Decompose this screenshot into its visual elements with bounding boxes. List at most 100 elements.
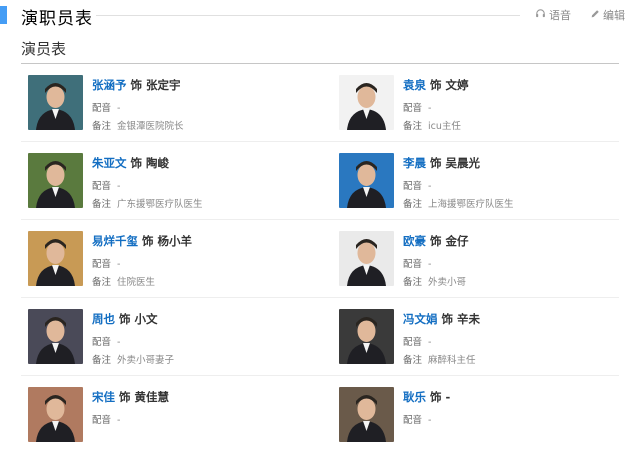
dub-label: 配音	[403, 337, 423, 348]
note-row: 备注 icu主任	[403, 118, 461, 132]
note-label: 备注	[92, 355, 112, 366]
edit-label: 编辑	[603, 9, 625, 22]
cast-name-line: 耿乐饰 -	[403, 389, 450, 405]
actor-photo[interactable]	[28, 231, 83, 286]
dub-row: 配音 -	[92, 334, 120, 348]
cast-item: 欧豪饰金仔 配音 - 备注 外卖小哥	[332, 231, 612, 301]
actor-photo[interactable]	[339, 231, 394, 286]
dub-value: -	[117, 415, 121, 426]
dub-value: -	[428, 259, 432, 270]
note-row: 备注 外卖小哥	[403, 274, 466, 288]
note-label: 备注	[403, 277, 423, 288]
actor-photo[interactable]	[339, 387, 394, 442]
actor-photo[interactable]	[339, 75, 394, 130]
edit-button[interactable]: 编辑	[590, 7, 625, 23]
note-row: 备注 上海援鄂医疗队医生	[403, 196, 514, 210]
cast-item: 冯文娟饰辛未 配音 - 备注 麻醉科主任	[332, 309, 612, 379]
dub-row: 配音 -	[403, 100, 431, 114]
dub-label: 配音	[92, 103, 112, 114]
dub-row: 配音 -	[92, 178, 120, 192]
dub-row: 配音 -	[403, 178, 431, 192]
actor-photo[interactable]	[339, 309, 394, 364]
voice-label: 语音	[549, 9, 571, 22]
note-row: 备注 金银潭医院院长	[92, 118, 184, 132]
dub-value: -	[428, 415, 432, 426]
dub-label: 配音	[92, 181, 112, 192]
note-value: 麻醉科主任	[428, 355, 476, 366]
actor-name-link[interactable]: 欧豪	[403, 234, 426, 248]
actor-name-link[interactable]: 冯文娟	[403, 312, 438, 326]
note-value: 广东援鄂医疗队医生	[117, 199, 203, 210]
cast-name-line: 朱亚文饰陶峻	[92, 155, 169, 171]
dub-label: 配音	[403, 103, 423, 114]
actor-name-link[interactable]: 李晨	[403, 156, 426, 170]
actor-name-link[interactable]: 宋佳	[92, 390, 115, 404]
dub-value: -	[117, 337, 121, 348]
role-name: 黄佳慧	[134, 390, 170, 404]
header-divider	[96, 15, 520, 16]
dub-value: -	[428, 181, 432, 192]
note-row: 备注 麻醉科主任	[403, 352, 476, 366]
actor-name-link[interactable]: 耿乐	[403, 390, 426, 404]
dub-value: -	[117, 259, 121, 270]
dub-label: 配音	[92, 259, 112, 270]
actor-photo[interactable]	[28, 75, 83, 130]
role-connector: 饰	[142, 234, 154, 248]
actor-photo[interactable]	[28, 387, 83, 442]
cast-item: 易烊千玺饰杨小羊 配音 - 备注 住院医生	[21, 231, 301, 301]
cast-name-line: 李晨饰吴晨光	[403, 155, 480, 171]
cast-name-line: 袁泉饰文婷	[403, 77, 469, 93]
role-connector: 饰	[130, 78, 143, 92]
note-label: 备注	[403, 199, 423, 210]
role-connector: 饰	[130, 156, 143, 170]
cast-item: 宋佳饰黄佳慧配音 -	[21, 387, 301, 457]
cast-item: 耿乐饰 - 配音 -	[332, 387, 612, 457]
cast-item: 周也饰小文 配音 - 备注 外卖小哥妻子	[21, 309, 301, 379]
section-accent-bar	[0, 6, 7, 24]
note-value: 金银潭医院院长	[117, 121, 184, 132]
note-value: 上海援鄂医疗队医生	[428, 199, 514, 210]
role-name: 小文	[134, 312, 158, 326]
role-name: 金仔	[445, 234, 469, 248]
cast-item: 朱亚文饰陶峻 配音 - 备注 广东援鄂医疗队医生	[21, 153, 301, 223]
voice-button[interactable]: 语音	[535, 7, 571, 23]
note-value: 住院医生	[117, 277, 156, 288]
actor-name-link[interactable]: 袁泉	[403, 78, 426, 92]
actor-name-link[interactable]: 朱亚文	[92, 156, 127, 170]
cast-item: 袁泉饰文婷配音 - 备注 icu主任	[332, 75, 612, 145]
actor-photo[interactable]	[28, 309, 83, 364]
role-connector: 饰	[119, 390, 131, 404]
role-name: 辛未	[457, 312, 480, 326]
cast-name-line: 冯文娟饰辛未	[403, 311, 480, 327]
note-row: 备注 住院医生	[92, 274, 155, 288]
role-name: 张定宇	[146, 78, 181, 92]
actor-name-link[interactable]: 张涵予	[92, 78, 127, 92]
dub-value: -	[117, 181, 121, 192]
cast-name-line: 宋佳饰黄佳慧	[92, 389, 169, 405]
dub-value: -	[428, 103, 432, 114]
section-title: 演职员表	[21, 9, 93, 29]
dub-row: 配音 -	[92, 100, 120, 114]
role-connector: 饰	[430, 156, 442, 170]
headphones-icon	[535, 8, 546, 22]
note-label: 备注	[403, 355, 423, 366]
actor-name-link[interactable]: 周也	[92, 312, 115, 326]
role-connector: 饰	[119, 312, 131, 326]
role-connector: 饰	[441, 312, 454, 326]
role-name: -	[445, 390, 451, 404]
dub-value: -	[428, 337, 432, 348]
dub-row: 配音 -	[92, 256, 120, 270]
role-name: 吴晨光	[445, 156, 481, 170]
actor-name-link[interactable]: 易烊千玺	[92, 234, 138, 248]
role-connector: 饰	[430, 390, 442, 404]
dub-row: 配音 -	[403, 334, 431, 348]
actor-photo[interactable]	[339, 153, 394, 208]
note-label: 备注	[403, 121, 423, 132]
dub-label: 配音	[92, 415, 112, 426]
cast-name-line: 欧豪饰金仔	[403, 233, 469, 249]
dub-value: -	[117, 103, 121, 114]
note-row: 备注 外卖小哥妻子	[92, 352, 174, 366]
dub-label: 配音	[403, 415, 423, 426]
actor-photo[interactable]	[28, 153, 83, 208]
pencil-icon	[590, 9, 600, 22]
